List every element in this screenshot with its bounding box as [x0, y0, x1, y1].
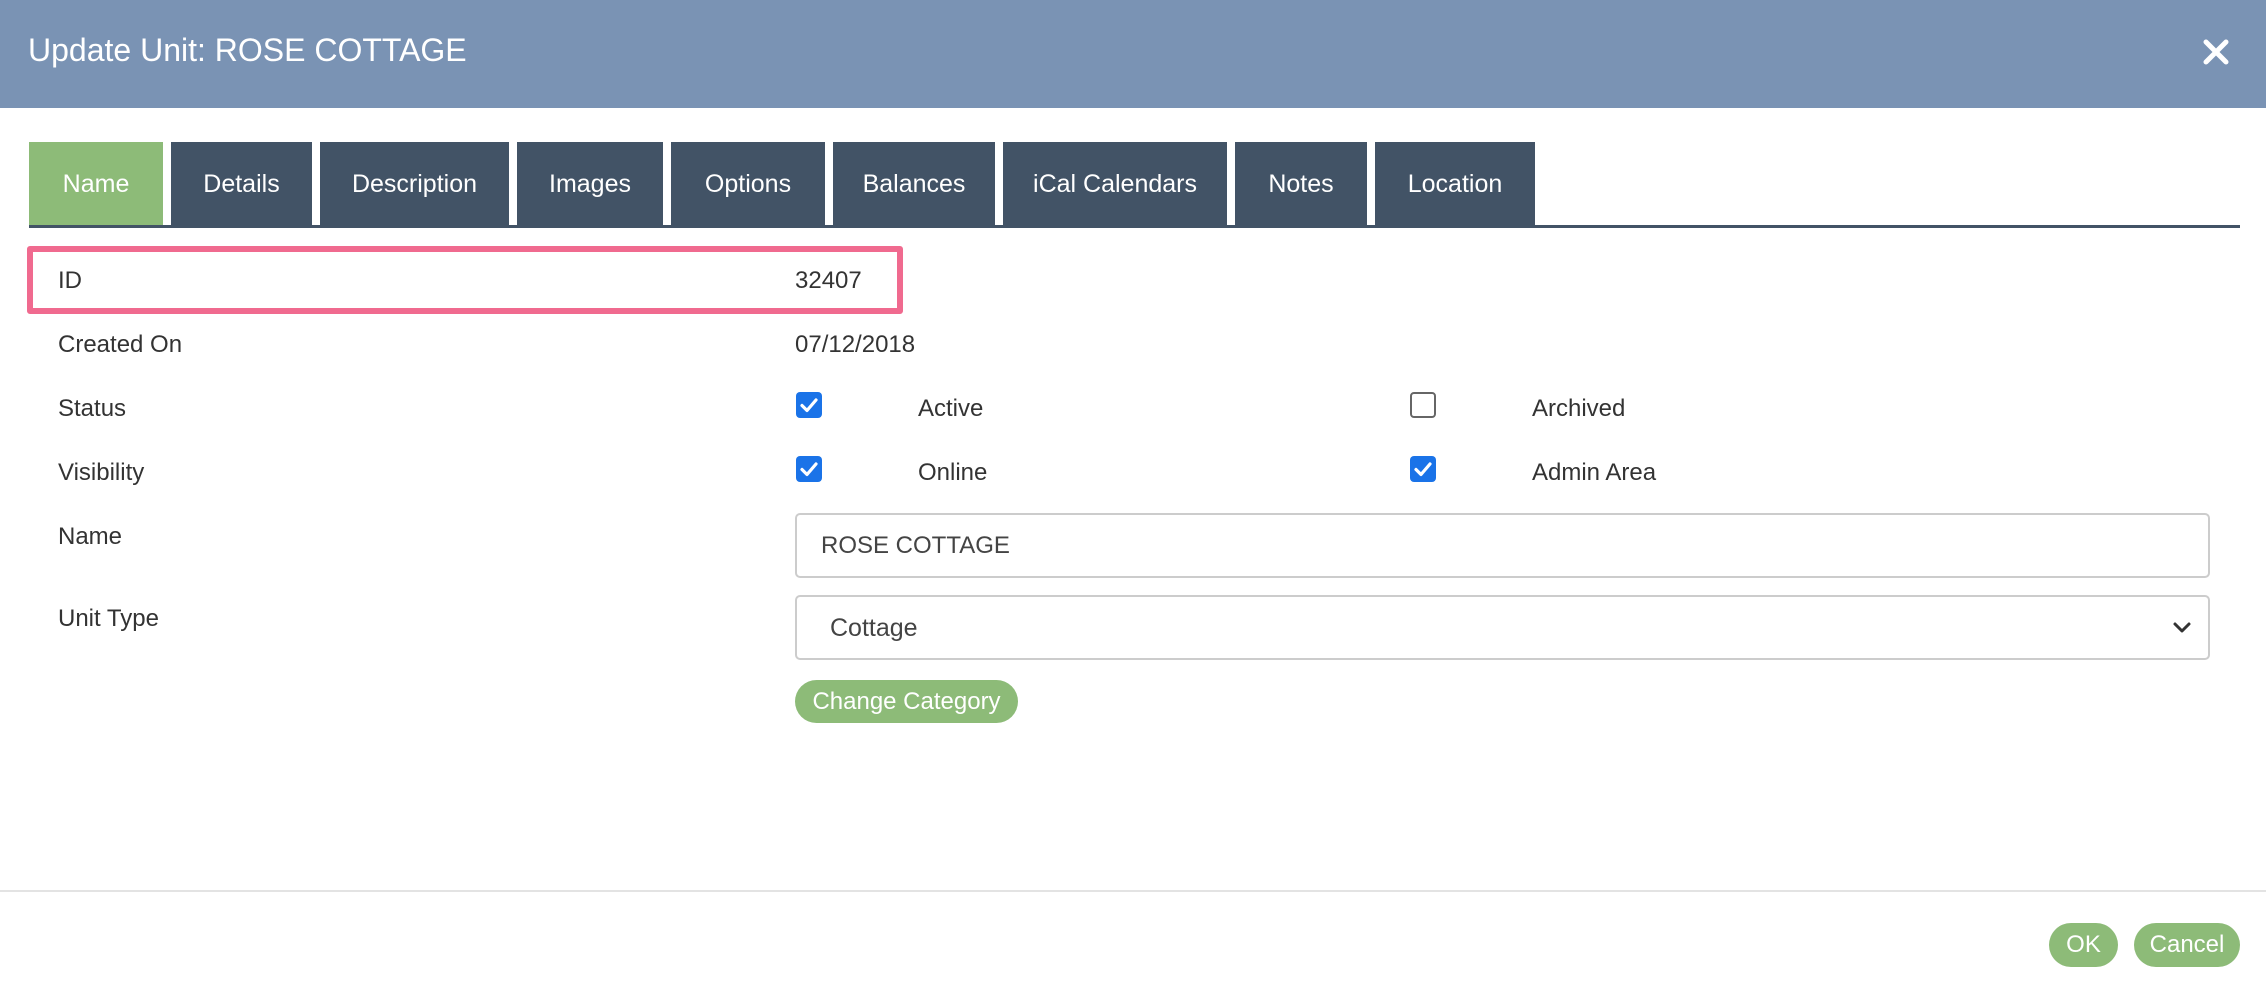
name-label: Name — [58, 523, 123, 550]
cancel-button[interactable]: Cancel — [2134, 923, 2240, 967]
tab-ical-calendars[interactable]: iCal Calendars — [1003, 142, 1227, 226]
name-input[interactable] — [795, 513, 2210, 578]
tab-name[interactable]: Name — [29, 142, 163, 226]
tab-label: Location — [1407, 169, 1503, 198]
unit-type-select[interactable]: Cottage — [795, 595, 2210, 660]
id-label: ID — [58, 267, 82, 294]
tab-description[interactable]: Description — [320, 142, 509, 226]
tab-images[interactable]: Images — [517, 142, 663, 226]
dialog-title: Update Unit: ROSE COTTAGE — [28, 32, 467, 68]
tab-options[interactable]: Options — [671, 142, 825, 226]
tab-label: Notes — [1268, 169, 1334, 198]
dialog-header: Update Unit: ROSE COTTAGE — [0, 0, 2266, 108]
tab-details[interactable]: Details — [171, 142, 312, 226]
online-checkbox[interactable] — [796, 456, 822, 482]
tab-divider — [29, 225, 2240, 228]
created-on-value: 07/12/2018 — [795, 331, 916, 358]
admin-area-label: Admin Area — [1532, 459, 1657, 486]
archived-label: Archived — [1532, 395, 1626, 422]
checkmark-icon — [800, 462, 818, 477]
admin-area-checkbox[interactable] — [1410, 456, 1436, 482]
tab-bar: Name Details Description Images Options … — [29, 142, 1535, 226]
tab-label: Options — [704, 169, 792, 198]
tab-balances[interactable]: Balances — [833, 142, 995, 226]
tab-label: Images — [549, 169, 631, 198]
id-row-highlight — [27, 246, 903, 314]
checkmark-icon — [1414, 462, 1432, 477]
tab-label: Details — [203, 169, 280, 198]
tab-notes[interactable]: Notes — [1235, 142, 1367, 226]
archived-checkbox[interactable] — [1410, 392, 1436, 418]
status-label: Status — [58, 395, 127, 422]
footer-divider — [0, 890, 2266, 892]
tab-label: Description — [351, 169, 478, 198]
tab-label: Name — [62, 169, 130, 198]
active-label: Active — [918, 395, 984, 422]
created-on-label: Created On — [58, 331, 183, 358]
chevron-down-icon — [2170, 616, 2194, 640]
change-category-button[interactable]: Change Category — [795, 680, 1018, 723]
visibility-label: Visibility — [58, 459, 145, 486]
tab-label: Balances — [862, 169, 966, 198]
tab-label: iCal Calendars — [1033, 169, 1197, 198]
close-button[interactable] — [2194, 30, 2238, 74]
unit-type-selected-value: Cottage — [830, 614, 918, 642]
online-label: Online — [918, 459, 988, 486]
checkmark-icon — [800, 398, 818, 413]
id-value: 32407 — [795, 267, 862, 294]
active-checkbox[interactable] — [796, 392, 822, 418]
close-icon — [2203, 39, 2229, 65]
ok-button[interactable]: OK — [2049, 923, 2118, 967]
tab-location[interactable]: Location — [1375, 142, 1535, 226]
unit-type-label: Unit Type — [58, 605, 159, 632]
